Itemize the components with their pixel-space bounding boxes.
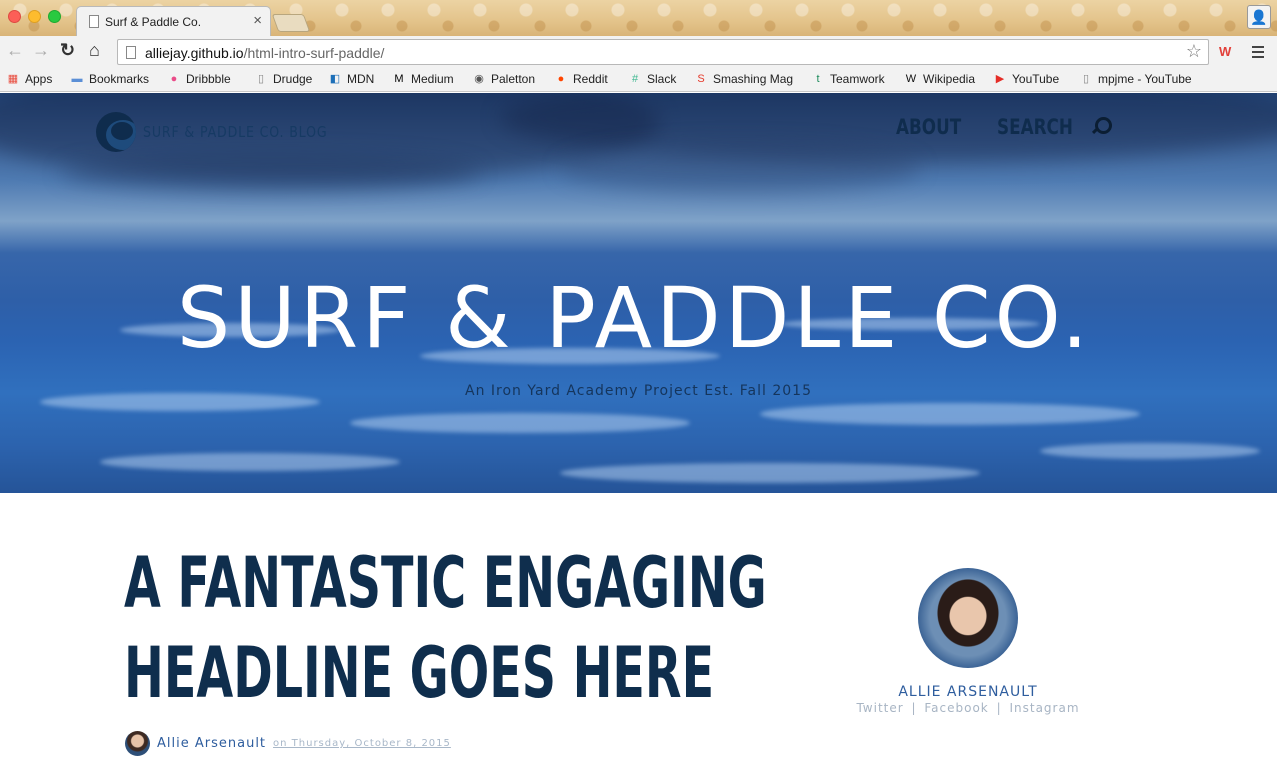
minimize-window-button[interactable] xyxy=(28,10,41,23)
site-nav: ABOUT SEARCH xyxy=(896,115,1112,139)
bookmark-bookmarks[interactable]: ▬ Bookmarks xyxy=(70,72,150,86)
separator: | xyxy=(996,701,1002,715)
social-links: Twitter | Facebook | Instagram xyxy=(850,701,1086,715)
nav-search-link[interactable]: SEARCH xyxy=(997,115,1085,139)
author-avatar xyxy=(918,568,1018,668)
apps-grid-icon: ▦ xyxy=(7,73,19,85)
bookmark-label: Slack xyxy=(647,72,677,86)
forward-arrow-icon[interactable]: → xyxy=(32,40,50,61)
youtube-icon: ▶ xyxy=(995,73,1005,85)
dribbble-icon: ● xyxy=(170,73,178,85)
bookmark-label: Smashing Mag xyxy=(713,72,794,86)
bookmark-label: Bookmarks xyxy=(89,72,150,86)
slack-icon: # xyxy=(631,73,639,85)
bookmark-mpjme-youtube[interactable]: ▯ mpjme - YouTube xyxy=(1079,72,1192,86)
page-icon: ▯ xyxy=(257,73,265,85)
teamwork-icon: t xyxy=(816,73,820,85)
medium-icon: M xyxy=(394,73,404,85)
page-icon: ▯ xyxy=(1082,73,1090,85)
bookmark-label: mpjme - YouTube xyxy=(1098,72,1192,86)
bookmark-reddit[interactable]: ● Reddit xyxy=(554,72,608,86)
twitter-link[interactable]: Twitter xyxy=(856,701,903,715)
bookmark-youtube[interactable]: ▶ YouTube xyxy=(993,72,1059,86)
browser-toolbar: ← → ↻ ⌂ alliejay.github.io/html-intro-su… xyxy=(0,36,1277,68)
chrome-menu-icon[interactable] xyxy=(1252,46,1264,58)
site-logo-icon[interactable] xyxy=(96,112,136,152)
bookmark-label: Apps xyxy=(25,72,53,86)
bookmarks-bar: ▦ Apps ▬ Bookmarks ● Dribbble ▯ Drudge ◧ MDN M Medi… xyxy=(0,68,1277,92)
byline-date-link[interactable]: on Thursday, October 8, 2015 xyxy=(273,738,451,749)
article-byline: Allie Arsenault on Thursday, October 8, … xyxy=(125,731,451,756)
bookmark-star-icon[interactable]: ☆ xyxy=(1186,41,1202,62)
reddit-icon: ● xyxy=(557,73,565,85)
bookmark-label: YouTube xyxy=(1012,72,1060,86)
wikipedia-icon: W xyxy=(905,73,917,85)
folder-icon: ▬ xyxy=(71,73,83,85)
nav-about-link[interactable]: ABOUT xyxy=(896,115,984,139)
bookmark-label: Medium xyxy=(411,72,454,86)
site-brand[interactable]: SURF & PADDLE CO. BLOG xyxy=(143,123,327,141)
bookmark-label: Teamwork xyxy=(830,72,885,86)
profile-icon[interactable]: 👤 xyxy=(1247,5,1271,29)
tab-title: Surf & Paddle Co. xyxy=(105,15,202,29)
browser-tab[interactable]: Surf & Paddle Co. × xyxy=(76,6,271,36)
zoom-window-button[interactable] xyxy=(48,10,61,23)
bookmark-apps[interactable]: ▦ Apps xyxy=(6,72,53,86)
back-arrow-icon[interactable]: ← xyxy=(6,40,24,61)
paletton-icon: ◉ xyxy=(474,73,484,85)
bookmark-dribbble[interactable]: ● Dribbble xyxy=(167,72,231,86)
bookmark-smashing-mag[interactable]: S Smashing Mag xyxy=(694,72,793,86)
bookmark-label: Wikipedia xyxy=(923,72,976,86)
page-icon xyxy=(126,46,136,59)
headline-line-1: A FANTASTIC ENGAGING xyxy=(124,542,767,624)
bookmark-paletton[interactable]: ◉ Paletton xyxy=(472,72,535,86)
mdn-icon: ◧ xyxy=(329,73,341,85)
new-tab-button[interactable] xyxy=(271,14,311,32)
bookmark-label: Reddit xyxy=(573,72,608,86)
smashing-icon: S xyxy=(697,73,705,85)
close-window-button[interactable] xyxy=(8,10,21,23)
hero-title: SURF & PADDLE CO. xyxy=(176,269,1093,367)
instagram-link[interactable]: Instagram xyxy=(1009,701,1079,715)
search-icon[interactable] xyxy=(1090,117,1112,137)
bookmark-wikipedia[interactable]: W Wikipedia xyxy=(904,72,975,86)
bookmark-label: Dribbble xyxy=(186,72,231,86)
author-card: ALLIE ARSENAULT Twitter | Facebook | Ins… xyxy=(850,568,1086,715)
byline-author-link[interactable]: Allie Arsenault xyxy=(157,736,266,751)
author-avatar-small[interactable] xyxy=(125,731,150,756)
author-name[interactable]: ALLIE ARSENAULT xyxy=(850,684,1086,700)
bookmark-label: Paletton xyxy=(491,72,536,86)
bookmark-drudge[interactable]: ▯ Drudge xyxy=(254,72,312,86)
hero-subtitle: An Iron Yard Academy Project Est. Fall 2… xyxy=(465,383,812,399)
bookmark-label: MDN xyxy=(347,72,375,86)
article-headline: A FANTASTIC ENGAGING HEADLINE GOES HERE xyxy=(124,538,767,718)
close-tab-icon[interactable]: × xyxy=(253,12,262,29)
hero-banner: SURF & PADDLE CO. BLOG ABOUT SEARCH SURF… xyxy=(0,93,1277,493)
bookmark-label: Drudge xyxy=(273,72,313,86)
bookmark-medium[interactable]: M Medium xyxy=(392,72,454,86)
bookmark-mdn[interactable]: ◧ MDN xyxy=(328,72,375,86)
extension-icon[interactable]: W xyxy=(1219,44,1231,59)
headline-line-2: HEADLINE GOES HERE xyxy=(124,632,715,714)
window-titlebar: Surf & Paddle Co. × 👤 xyxy=(0,0,1277,36)
bookmark-teamwork[interactable]: t Teamwork xyxy=(811,72,885,86)
reload-icon[interactable]: ↻ xyxy=(60,40,75,61)
page-icon xyxy=(89,15,99,28)
bookmark-slack[interactable]: # Slack xyxy=(628,72,676,86)
facebook-link[interactable]: Facebook xyxy=(924,701,988,715)
home-icon[interactable]: ⌂ xyxy=(89,40,100,61)
separator: | xyxy=(911,701,917,715)
url-text[interactable]: alliejay.github.io/html-intro-surf-paddl… xyxy=(145,45,384,61)
address-bar[interactable]: alliejay.github.io/html-intro-surf-paddl… xyxy=(117,39,1209,65)
